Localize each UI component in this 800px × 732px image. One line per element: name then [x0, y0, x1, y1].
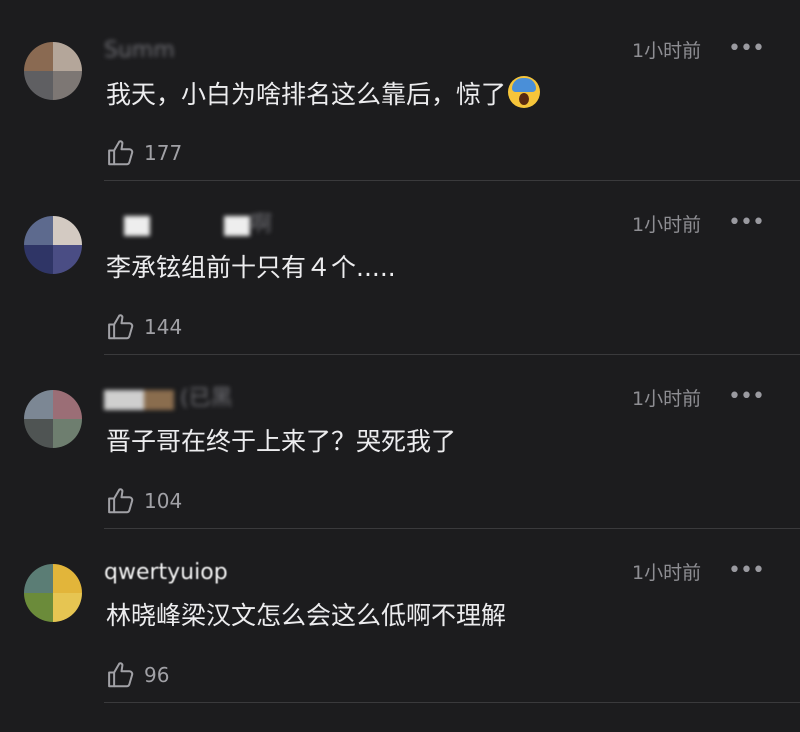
avatar[interactable]	[24, 390, 82, 448]
like-button[interactable]: 144	[106, 310, 182, 344]
like-count: 104	[144, 489, 183, 513]
more-options-icon[interactable]: •••	[728, 558, 765, 586]
like-count: 144	[144, 315, 183, 339]
more-options-icon[interactable]: •••	[728, 36, 765, 64]
comment-text: 林晓峰梁汉文怎么会这么低啊不理解	[106, 601, 507, 630]
comment-item: 啊 1小时前 ••• 李承铉组前十只有４个..... 144	[0, 210, 800, 384]
more-options-icon[interactable]: •••	[728, 384, 765, 412]
avatar-pixel	[53, 564, 82, 593]
comment-text: 我天，小白为啥排名这么靠后，惊了	[106, 76, 706, 113]
redaction-block	[224, 216, 250, 236]
avatar-pixel	[24, 71, 53, 100]
avatar-pixel	[53, 419, 82, 448]
avatar-pixel	[53, 216, 82, 245]
avatar-pixel	[24, 419, 53, 448]
avatar-pixel	[53, 42, 82, 71]
timestamp: 1小时前	[632, 388, 702, 410]
comment-text: 晋子哥在终于上来了？哭死我了	[106, 427, 457, 456]
avatar[interactable]	[24, 42, 82, 100]
avatar-pixel	[53, 71, 82, 100]
comment-text: 李承铉组前十只有４个.....	[106, 253, 396, 282]
avatar[interactable]	[24, 564, 82, 622]
avatar-pixel	[24, 42, 53, 71]
divider	[104, 702, 800, 703]
like-button[interactable]: 104	[106, 484, 182, 518]
timestamp: 1小时前	[632, 214, 702, 236]
avatar-pixel	[24, 245, 53, 274]
like-count: 177	[144, 141, 183, 165]
avatar-pixel	[24, 390, 53, 419]
thumbs-up-icon	[108, 488, 134, 514]
thumbs-up-icon	[108, 314, 134, 340]
thumbs-up-icon	[108, 140, 134, 166]
redaction-block	[144, 390, 174, 410]
avatar-pixel	[53, 245, 82, 274]
comment-text-body: 我天，小白为啥排名这么靠后，惊了	[106, 80, 507, 109]
username[interactable]: Summ	[104, 38, 274, 64]
avatar-pixel	[24, 216, 53, 245]
divider	[104, 180, 800, 181]
timestamp: 1小时前	[632, 40, 702, 62]
more-options-icon[interactable]: •••	[728, 210, 765, 238]
divider	[104, 528, 800, 529]
username[interactable]: qwertyuiop	[104, 560, 274, 586]
like-button[interactable]: 177	[106, 136, 182, 170]
username[interactable]: (已黑	[104, 386, 274, 412]
redaction-block	[104, 390, 144, 410]
avatar-pixel	[24, 564, 53, 593]
like-count: 96	[144, 663, 170, 687]
comment-item: (已黑 1小时前 ••• 晋子哥在终于上来了？哭死我了 104	[0, 384, 800, 558]
avatar-pixel	[53, 390, 82, 419]
thumbs-up-icon	[108, 662, 134, 688]
avatar-pixel	[53, 593, 82, 622]
avatar-pixel	[24, 593, 53, 622]
screaming-face-emoji-icon	[508, 76, 541, 108]
username[interactable]: 啊	[124, 212, 294, 238]
redaction-block	[124, 216, 150, 236]
avatar[interactable]	[24, 216, 82, 274]
timestamp: 1小时前	[632, 562, 702, 584]
comment-item: qwertyuiop 1小时前 ••• 林晓峰梁汉文怎么会这么低啊不理解 96	[0, 558, 800, 732]
divider	[104, 354, 800, 355]
comment-item: Summ 1小时前 ••• 我天，小白为啥排名这么靠后，惊了 177	[0, 36, 800, 210]
like-button[interactable]: 96	[106, 658, 169, 692]
